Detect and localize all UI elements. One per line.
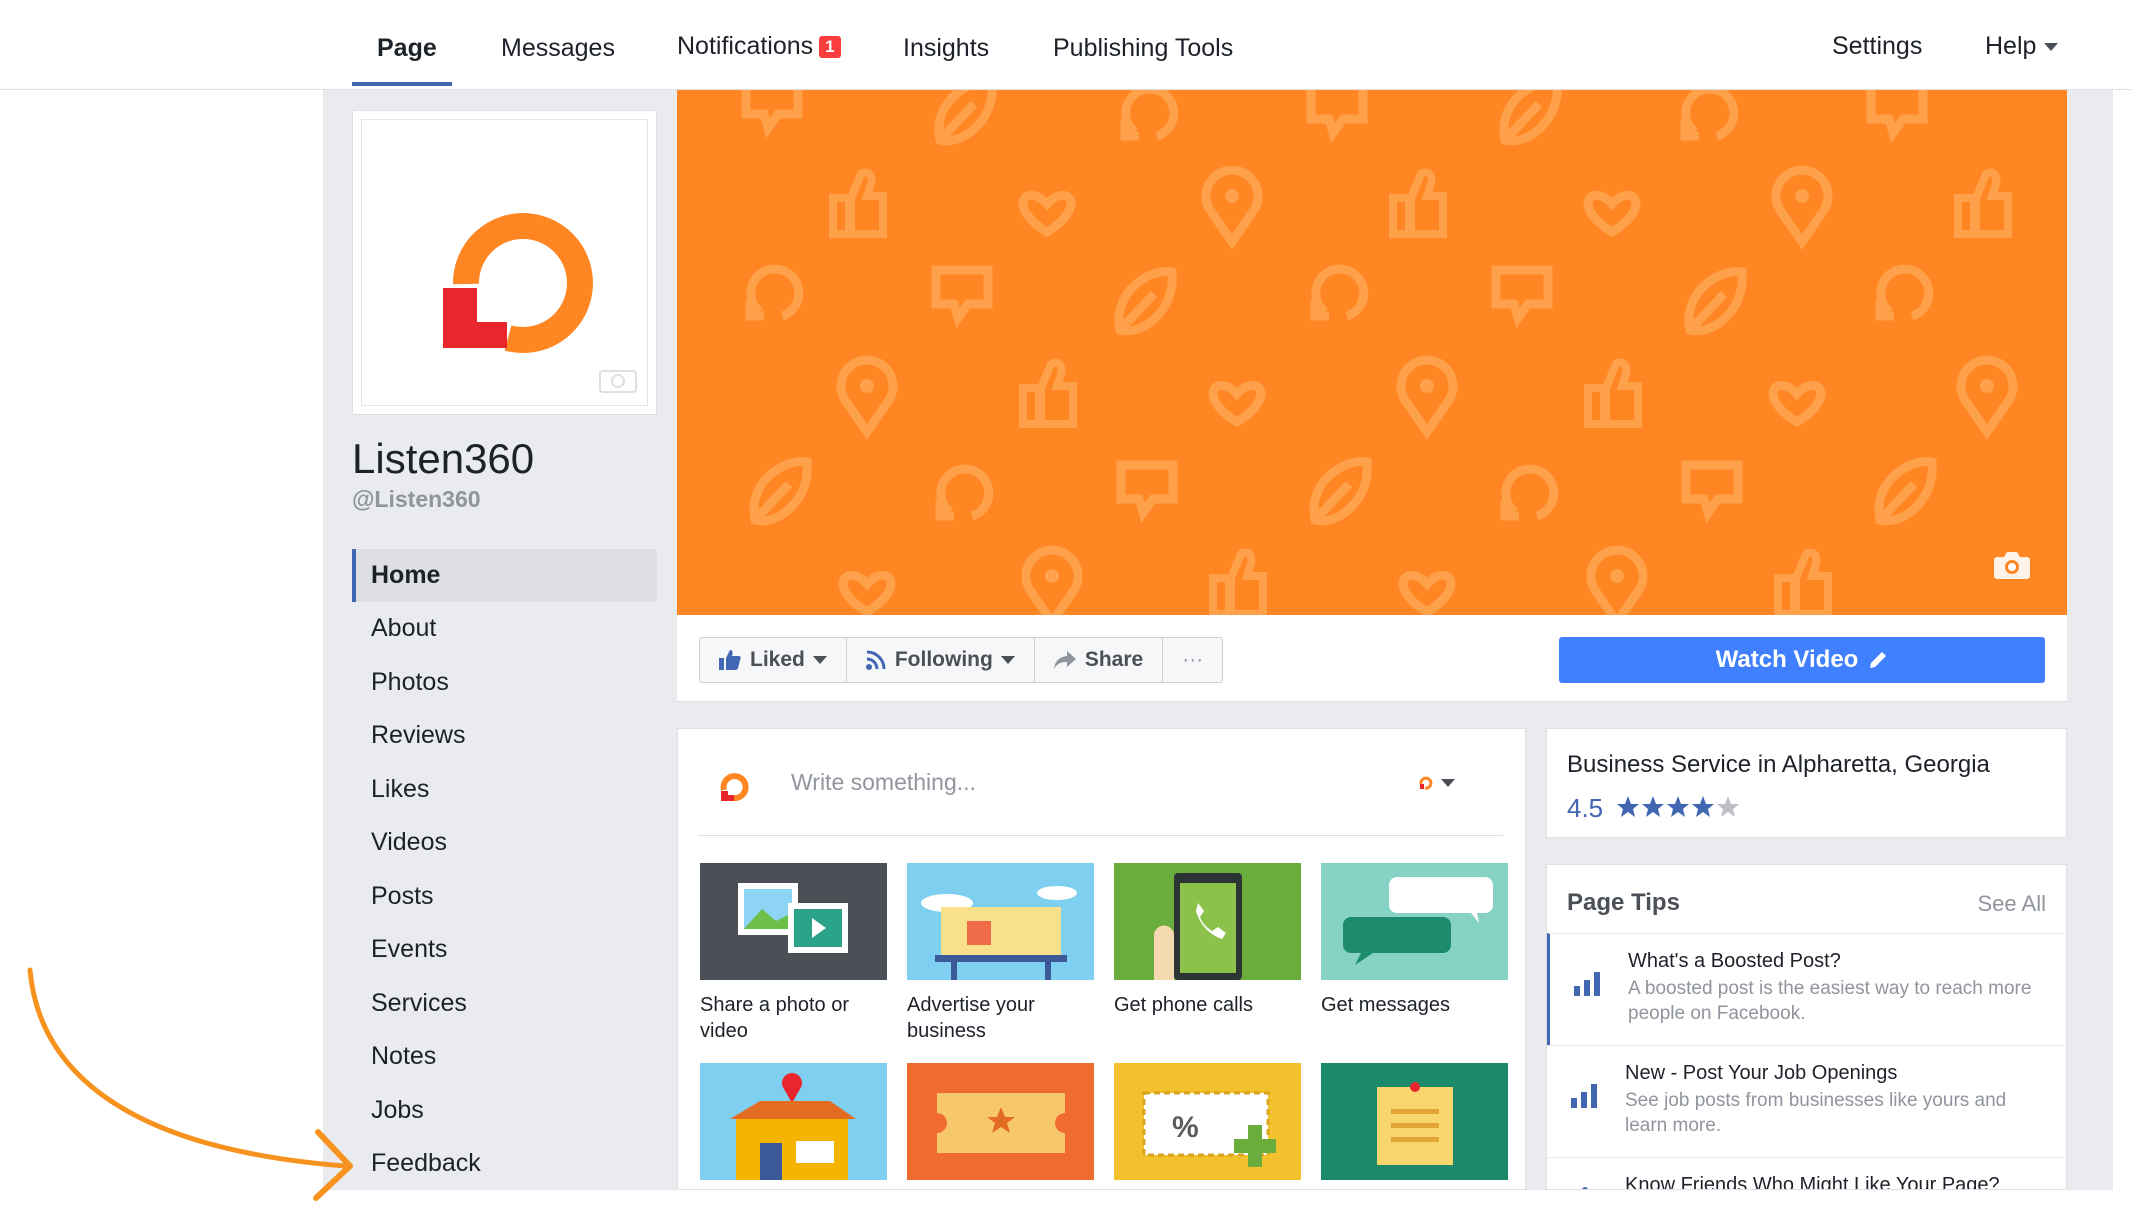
rating-stars-icon: [1617, 796, 1740, 817]
liked-button[interactable]: Liked: [700, 638, 847, 682]
tab-publishing-tools[interactable]: Publishing Tools: [1053, 34, 1233, 63]
pencil-icon: [1870, 652, 1887, 668]
discount-icon: %: [1142, 1091, 1276, 1167]
billboard-icon: [921, 886, 1077, 980]
page-tips-title: Page Tips: [1567, 889, 1680, 916]
help-label: Help: [1985, 32, 2037, 60]
more-options-button[interactable]: ···: [1163, 638, 1222, 682]
svg-text:%: %: [1172, 1111, 1199, 1144]
notification-badge: 1: [819, 36, 841, 59]
offer-ticket-tile[interactable]: [907, 1063, 1094, 1180]
storefront-icon: [730, 1073, 856, 1180]
tip-title: Know Friends Who Might Like Your Page?: [1625, 1174, 2000, 1190]
share-icon: [1053, 651, 1076, 669]
chevron-down-icon: [2044, 43, 2059, 52]
invite-friends-icon: [1582, 1187, 1588, 1189]
sidebar-item-home[interactable]: Home: [352, 549, 657, 602]
sidebar-item-services[interactable]: Services: [352, 977, 657, 1030]
tab-page[interactable]: Page: [377, 34, 437, 63]
page-title[interactable]: Listen360: [352, 435, 534, 483]
share-photo-video-tile[interactable]: [700, 863, 887, 980]
see-all-link[interactable]: See All: [1978, 891, 2047, 917]
camera-icon[interactable]: [598, 366, 638, 394]
chevron-down-icon: [1441, 779, 1455, 787]
sidebar-item-videos[interactable]: Videos: [352, 816, 657, 869]
sidebar-item-photos[interactable]: Photos: [352, 656, 657, 709]
listen360-logo: [443, 213, 593, 353]
sidebar-item-likes[interactable]: Likes: [352, 763, 657, 816]
business-category[interactable]: Business Service in Alpharetta, Georgia: [1567, 751, 1990, 779]
boost-icon: [1574, 972, 1600, 996]
ticket-icon: [937, 1093, 1065, 1153]
sidebar-item-events[interactable]: Events: [352, 923, 657, 976]
page-action-bar: Liked Following Share ··· Watch Video: [677, 615, 2067, 702]
page-action-buttons: Liked Following Share ···: [699, 637, 1224, 683]
page-avatar: [720, 773, 749, 802]
tab-notifications[interactable]: Notifications 1: [677, 32, 841, 61]
write-something-input[interactable]: Write something...: [791, 769, 976, 796]
page-username[interactable]: @Listen360: [352, 486, 481, 513]
messages-icon: [1343, 877, 1493, 965]
share-label: Share: [1084, 648, 1144, 671]
cover-pattern: [677, 90, 2067, 615]
sidebar-item-posts[interactable]: Posts: [352, 870, 657, 923]
tip-title: What's a Boosted Post?: [1628, 950, 1841, 972]
post-as-selector[interactable]: [1417, 775, 1455, 791]
watch-video-label: Watch Video: [1715, 646, 1859, 673]
tip-item[interactable]: Know Friends Who Might Like Your Page?: [1547, 1157, 2066, 1190]
chevron-down-icon: [1000, 656, 1015, 664]
tip-description: A boosted post is the easiest way to rea…: [1628, 978, 2032, 1024]
phone-icon: [1154, 873, 1242, 980]
sidebar-item-notes[interactable]: Notes: [352, 1030, 657, 1083]
active-tab-indicator: [352, 82, 452, 86]
tip-description: See job posts from businesses like yours…: [1625, 1090, 2007, 1136]
advertise-business-tile[interactable]: [907, 863, 1094, 980]
share-button[interactable]: Share: [1035, 638, 1164, 682]
settings-link[interactable]: Settings: [1832, 32, 1922, 61]
following-button[interactable]: Following: [847, 638, 1035, 682]
get-phone-calls-label: Get phone calls: [1114, 994, 1253, 1016]
liked-label: Liked: [750, 648, 805, 671]
sidebar-item-reviews[interactable]: Reviews: [352, 709, 657, 762]
like-icon: [719, 650, 741, 670]
get-messages-label: Get messages: [1321, 994, 1450, 1016]
tip-item[interactable]: New - Post Your Job Openings See job pos…: [1547, 1045, 2066, 1157]
tab-notifications-label: Notifications: [677, 32, 814, 60]
page-tips-card: Page Tips See All What's a Boosted Post?…: [1546, 864, 2067, 1190]
tab-insights[interactable]: Insights: [903, 34, 989, 63]
profile-picture[interactable]: [352, 110, 657, 415]
following-label: Following: [894, 648, 993, 671]
note-icon: [1377, 1082, 1453, 1165]
share-photo-video-label: Share a photo or video: [700, 994, 849, 1042]
post-composer: Write something... Share a photo or vide: [677, 728, 1526, 1190]
page-info-card: Business Service in Alpharetta, Georgia …: [1546, 728, 2067, 838]
page-avatar-small: [1419, 776, 1433, 790]
page-top-nav: Page Messages Notifications 1 Insights Pu…: [0, 0, 2132, 90]
get-messages-tile[interactable]: [1321, 863, 1508, 980]
help-menu[interactable]: Help: [1985, 32, 2059, 61]
composer-divider: [698, 835, 1503, 836]
sidebar-item-feedback[interactable]: Feedback: [352, 1137, 657, 1190]
discount-tile[interactable]: %: [1114, 1063, 1301, 1180]
sidebar-item-about[interactable]: About: [352, 602, 657, 655]
notes-tile[interactable]: [1321, 1063, 1508, 1180]
tab-messages[interactable]: Messages: [501, 34, 615, 63]
photo-video-icon: [738, 883, 848, 953]
rating-summary[interactable]: 4.5: [1567, 793, 1746, 824]
watch-video-button[interactable]: Watch Video: [1559, 637, 2045, 683]
camera-icon[interactable]: [1993, 550, 2031, 580]
chevron-down-icon: [812, 656, 827, 664]
annotation-arrow: [27, 967, 353, 1201]
tip-item[interactable]: What's a Boosted Post? A boosted post is…: [1547, 933, 2066, 1045]
cover-photo[interactable]: [677, 90, 2067, 615]
rss-icon: [865, 650, 886, 670]
advertise-business-label: Advertise your business: [907, 994, 1035, 1042]
boost-icon: [1571, 1084, 1597, 1108]
rating-value: 4.5: [1567, 793, 1604, 823]
profile-picture-frame: [361, 119, 648, 406]
get-phone-calls-tile[interactable]: [1114, 863, 1301, 980]
tip-title: New - Post Your Job Openings: [1625, 1062, 1898, 1084]
sidebar-item-jobs[interactable]: Jobs: [352, 1084, 657, 1137]
storefront-tile[interactable]: [700, 1063, 887, 1180]
